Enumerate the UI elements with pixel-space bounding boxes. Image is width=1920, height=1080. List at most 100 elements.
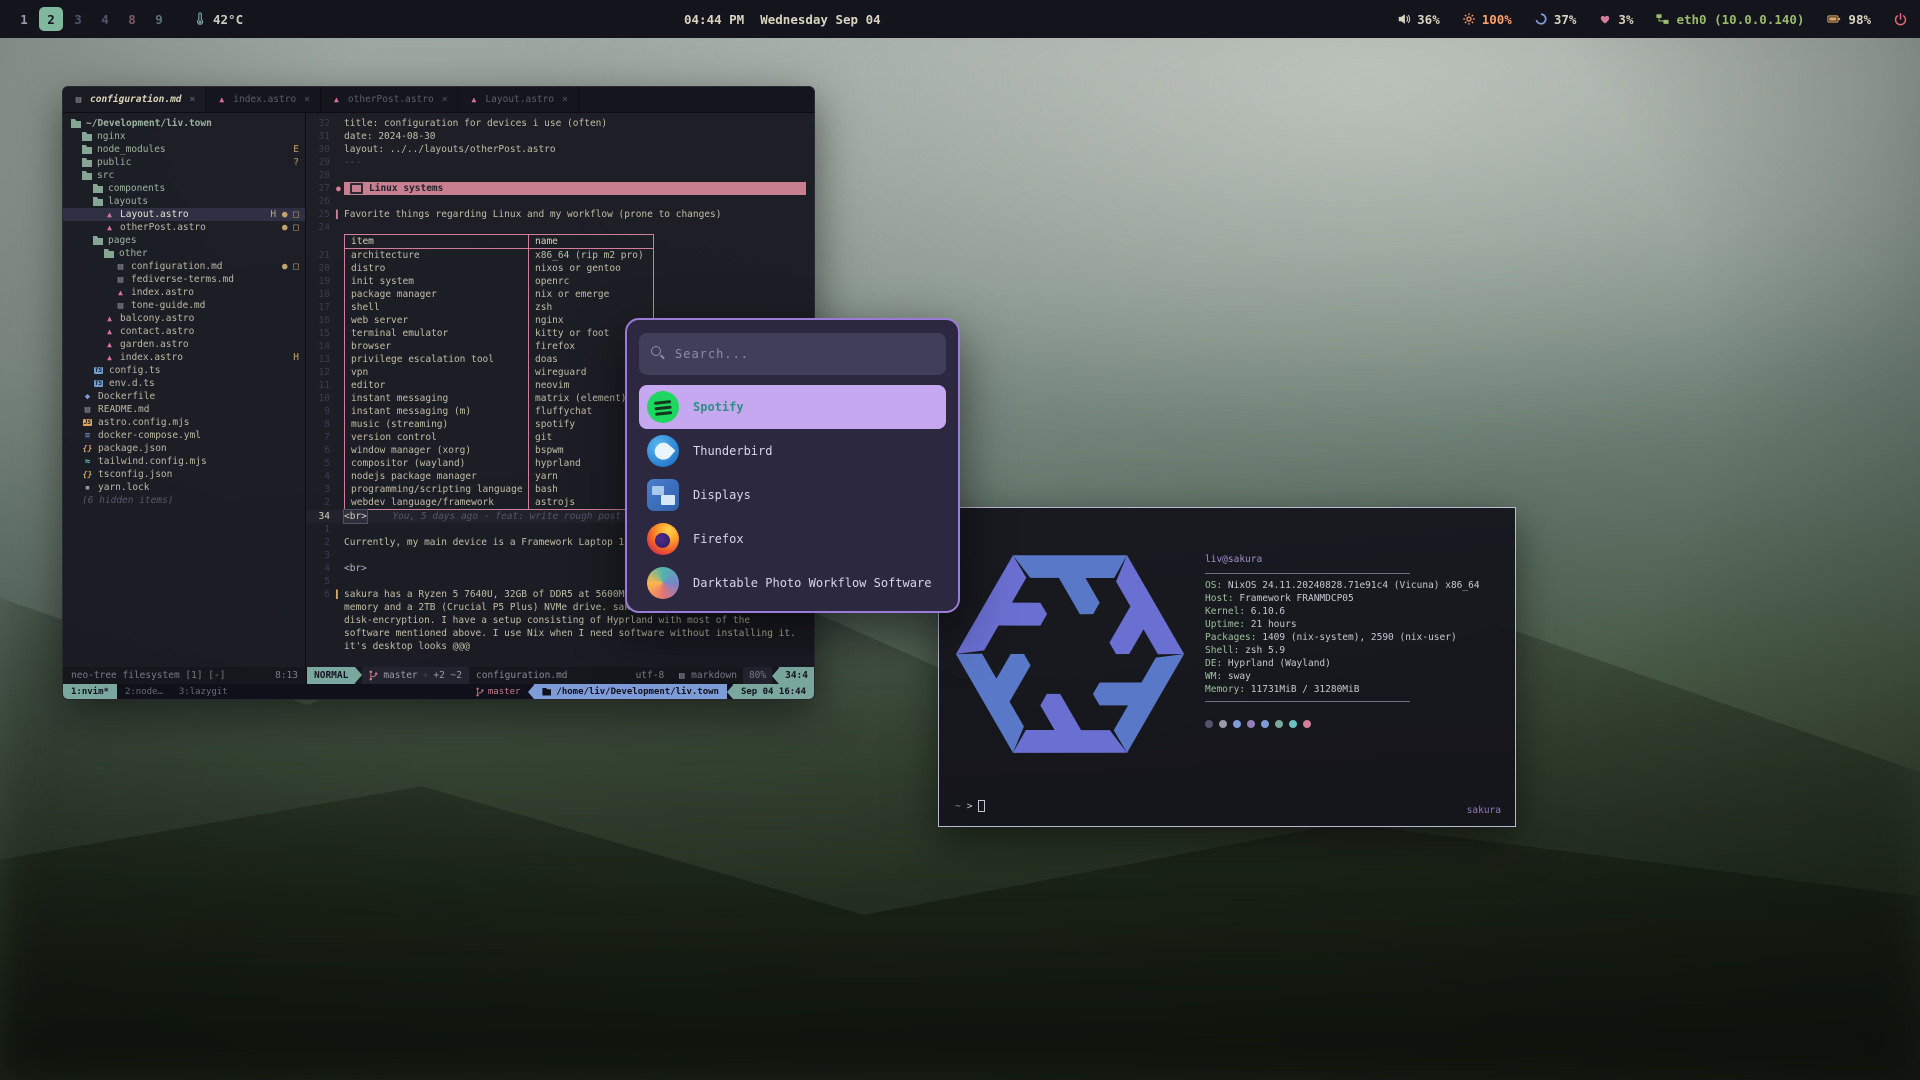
fetch-info: liv@sakura OS: NixOS 24.11.20240828.71e9… [1205, 508, 1410, 778]
tab-close-icon[interactable]: × [190, 94, 196, 105]
editor-tab[interactable]: Layout.astro × [458, 87, 578, 112]
buffer-line: 32 title: configuration for devices i us… [306, 117, 814, 130]
file-tree-item[interactable]: index.astro [63, 286, 305, 299]
table-cell-item: privilege escalation tool [344, 353, 528, 366]
tmux-statusbar: 1:nvim*2:node…3:lazygit master /home/liv… [63, 684, 814, 699]
tmux-git-segment: master [468, 684, 529, 699]
launcher-item[interactable]: Displays [639, 473, 946, 517]
file-encoding: utf-8 [630, 667, 671, 684]
shell-prompt[interactable]: ~ > [955, 800, 985, 812]
file-name: docker-compose.yml [98, 430, 201, 441]
tab-close-icon[interactable]: × [304, 94, 310, 105]
buffer-head: 32 title: configuration for devices i us… [306, 117, 814, 234]
file-tree-item[interactable]: docker-compose.yml [63, 429, 305, 442]
power-button[interactable] [1893, 12, 1908, 27]
file-tree-item[interactable]: balcony.astro [63, 312, 305, 325]
file-tree-item[interactable]: configuration.md ● □ [63, 260, 305, 273]
file-icon [93, 197, 103, 206]
tab-label: otherPost.astro [348, 94, 434, 105]
file-tree-item[interactable]: contact.astro [63, 325, 305, 338]
line-number: 29 [306, 156, 336, 169]
file-tree-item[interactable]: garden.astro [63, 338, 305, 351]
file-tree-item[interactable]: other [63, 247, 305, 260]
line-number: 3 [306, 549, 336, 562]
fetch-field-label: DE: [1205, 658, 1222, 669]
editor-tab[interactable]: configuration.md × [63, 87, 206, 112]
line-number: 9 [306, 405, 336, 418]
tmux-window-tab[interactable]: 2:node… [117, 684, 171, 699]
file-name: nginx [97, 131, 126, 142]
line-number: 25 [306, 208, 336, 221]
app-launcher: Spotify Thunderbird Displays Firefox Dar… [625, 318, 960, 613]
file-name: garden.astro [120, 339, 189, 350]
file-tree-item[interactable]: Dockerfile [63, 390, 305, 403]
file-tree-item[interactable]: tsconfig.json [63, 468, 305, 481]
workspace-button[interactable]: 1 [12, 7, 36, 31]
file-name: (6 hidden items) [82, 495, 174, 506]
file-tree-item[interactable]: nginx [63, 130, 305, 143]
launcher-item[interactable]: Firefox [639, 517, 946, 561]
file-tree-item[interactable]: pages [63, 234, 305, 247]
file-tree-item[interactable]: env.d.ts [63, 377, 305, 390]
file-tree-item[interactable]: package.json [63, 442, 305, 455]
editor-tab[interactable]: index.astro × [206, 87, 321, 112]
file-type-icon [331, 95, 342, 105]
file-tree-item[interactable]: index.astro H [63, 351, 305, 364]
file-tree-item[interactable]: otherPost.astro ● □ [63, 221, 305, 234]
tmux-windows: 1:nvim*2:node…3:lazygit [63, 684, 236, 699]
git-status-mark: ● □ [282, 261, 305, 272]
file-tree-root[interactable]: ~/Development/liv.town [63, 117, 305, 130]
file-tree-item[interactable]: public ? [63, 156, 305, 169]
buffer-line: 29 --- [306, 156, 814, 169]
file-tree-item[interactable]: README.md [63, 403, 305, 416]
tmux-window-tab[interactable]: 3:lazygit [171, 684, 236, 699]
editor-tab[interactable]: otherPost.astro × [321, 87, 459, 112]
file-tree-item[interactable]: src [63, 169, 305, 182]
file-tree-item[interactable]: config.ts [63, 364, 305, 377]
file-icon [82, 171, 92, 180]
file-name: node_modules [97, 144, 166, 155]
volume-module: 36% [1397, 12, 1440, 27]
fetch-terminal-window[interactable]: liv@sakura OS: NixOS 24.11.20240828.71e9… [938, 507, 1516, 827]
nixos-logo [951, 528, 1189, 778]
launcher-item[interactable]: Spotify [639, 385, 946, 429]
launcher-item[interactable]: Darktable Photo Workflow Software [639, 561, 946, 605]
file-tree-item[interactable]: tailwind.config.mjs [63, 455, 305, 468]
markdown-icon [676, 671, 687, 681]
workspace-button[interactable]: 8 [120, 7, 144, 31]
fetch-field-value: zsh 5.9 [1245, 645, 1285, 656]
file-name: balcony.astro [120, 313, 194, 324]
app-icon [647, 567, 679, 599]
line-number: 3 [306, 483, 336, 496]
search-input[interactable] [639, 333, 946, 375]
network-module: eth0 (10.0.0.140) [1655, 12, 1804, 27]
file-tree-item[interactable]: layouts [63, 195, 305, 208]
line-number: 16 [306, 314, 336, 327]
fetch-field-value: Hyprland (Wayland) [1228, 658, 1331, 669]
file-tree-item[interactable]: astro.config.mjs [63, 416, 305, 429]
disk-module: 37% [1534, 12, 1577, 27]
file-tree-item[interactable]: (6 hidden items) [63, 494, 305, 507]
file-name: yarn.lock [98, 482, 149, 493]
powerline-separator [355, 667, 362, 683]
file-name: Layout.astro [120, 209, 189, 220]
launcher-item[interactable]: Thunderbird [639, 429, 946, 473]
tab-close-icon[interactable]: × [442, 94, 448, 105]
workspace-button[interactable]: 4 [93, 7, 117, 31]
tmux-window-tab[interactable]: 1:nvim* [63, 684, 117, 699]
file-tree-item[interactable]: tone-guide.md [63, 299, 305, 312]
status-modules: 36% 100% 37% 3% eth0 (10.0.0.140) 98% [1397, 12, 1908, 27]
file-tree-item[interactable]: node_modules E [63, 143, 305, 156]
line-number: 20 [306, 262, 336, 275]
workspace-button[interactable]: 2 [39, 7, 63, 31]
file-tree-item[interactable]: fediverse-terms.md [63, 273, 305, 286]
line-number: 34 [306, 510, 336, 523]
file-tree-item[interactable]: components [63, 182, 305, 195]
file-name: other [119, 248, 148, 259]
workspace-button[interactable]: 9 [147, 7, 171, 31]
tab-close-icon[interactable]: × [562, 94, 568, 105]
workspace-button[interactable]: 3 [66, 7, 90, 31]
file-tree-item[interactable]: Layout.astro H ● □ [63, 208, 305, 221]
table-cell-item: init system [344, 275, 528, 288]
file-tree-item[interactable]: yarn.lock [63, 481, 305, 494]
